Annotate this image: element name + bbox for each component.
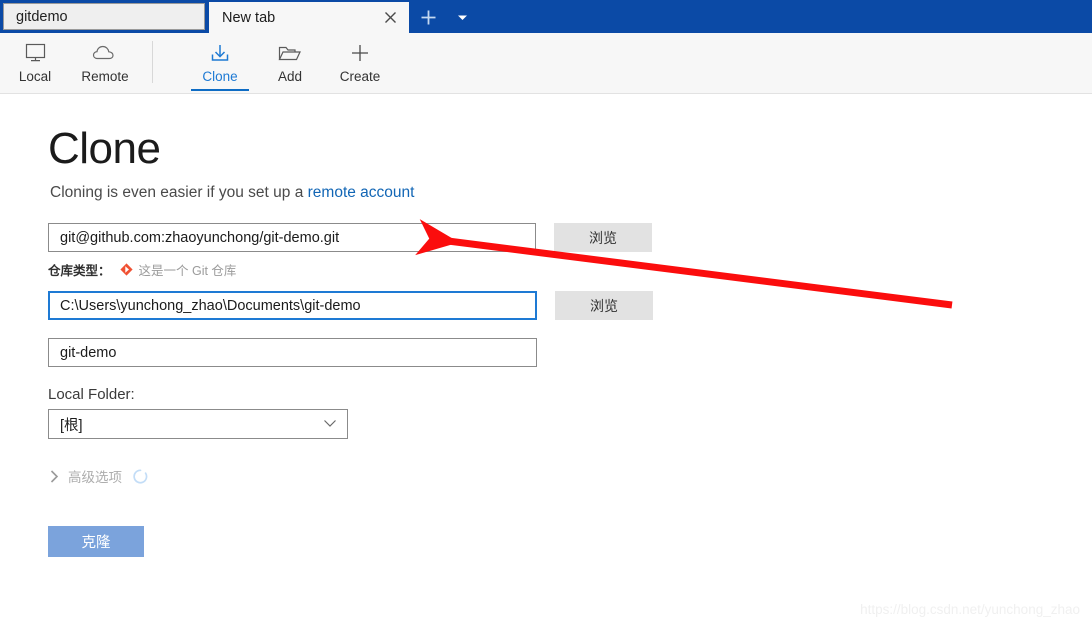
advanced-options-toggle[interactable]: 高级选项 <box>50 466 148 486</box>
download-icon <box>208 40 232 66</box>
clone-page: Clone Cloning is even easier if you set … <box>0 94 1092 628</box>
toolbar-item-label: Create <box>339 69 381 84</box>
loading-spinner-icon <box>133 468 148 484</box>
destination-browse-button[interactable]: 浏览 <box>555 291 653 320</box>
repository-type-row: 仓库类型： 这是一个 Git 仓库 <box>48 260 236 279</box>
local-folder-value: [根] <box>60 417 83 434</box>
local-folder-select[interactable]: [根] <box>48 409 348 439</box>
source-url-row: git@github.com:zhaoyunchong/git-demo.git… <box>48 223 652 252</box>
plus-icon <box>349 40 371 66</box>
monitor-icon <box>24 40 47 66</box>
repository-type-label: 仓库类型： <box>48 264 111 278</box>
toolbar-item-clone[interactable]: Clone <box>185 33 255 91</box>
remote-account-link[interactable]: remote account <box>308 184 415 201</box>
toolbar-divider <box>152 41 153 83</box>
source-url-input[interactable]: git@github.com:zhaoyunchong/git-demo.git <box>48 223 536 252</box>
source-browse-button[interactable]: 浏览 <box>554 223 652 252</box>
repository-type-value: 这是一个 Git 仓库 <box>138 264 237 278</box>
window-title-bar: gitdemo New tab <box>0 0 1092 33</box>
cloud-icon <box>92 40 118 66</box>
tab-label: gitdemo <box>16 8 68 25</box>
toolbar-item-label: Remote <box>81 69 129 84</box>
toolbar-item-local[interactable]: Local <box>0 33 70 91</box>
advanced-options-label: 高级选项 <box>68 470 122 485</box>
tab-label: New tab <box>222 9 276 26</box>
toolbar-item-remote[interactable]: Remote <box>70 33 140 91</box>
toolbar-item-add[interactable]: Add <box>255 33 325 91</box>
tab-gitdemo[interactable]: gitdemo <box>3 3 205 30</box>
git-diamond-icon <box>119 263 133 276</box>
toolbar-item-label: Add <box>277 69 303 84</box>
destination-path-input[interactable]: C:\Users\yunchong_zhao\Documents\git-dem… <box>48 291 537 320</box>
main-toolbar: Local Remote Clone Add Create <box>0 33 1092 94</box>
toolbar-item-label: Local <box>18 69 52 84</box>
page-subtitle: Cloning is even easier if you set up a r… <box>50 184 414 202</box>
repository-name-input[interactable]: git-demo <box>48 338 537 367</box>
destination-path-row: C:\Users\yunchong_zhao\Documents\git-dem… <box>48 291 653 320</box>
close-icon[interactable] <box>377 5 403 31</box>
toolbar-item-label: Clone <box>202 69 238 84</box>
watermark-text: https://blog.csdn.net/yunchong_zhao <box>860 602 1080 617</box>
toolbar-item-create[interactable]: Create <box>325 33 395 91</box>
chevron-right-icon <box>50 469 59 483</box>
chevron-down-icon <box>323 416 337 432</box>
folder-icon <box>277 40 303 66</box>
tab-new-tab[interactable]: New tab <box>209 2 409 33</box>
repository-name-row: git-demo <box>48 338 537 367</box>
chevron-down-icon[interactable] <box>449 2 475 33</box>
local-folder-label: Local Folder: <box>48 386 135 403</box>
active-tab-indicator <box>191 89 249 91</box>
page-title: Clone <box>48 124 161 173</box>
clone-submit-button[interactable]: 克隆 <box>48 526 144 557</box>
new-tab-button[interactable] <box>413 2 443 33</box>
subtitle-text: Cloning is even easier if you set up a <box>50 184 308 201</box>
